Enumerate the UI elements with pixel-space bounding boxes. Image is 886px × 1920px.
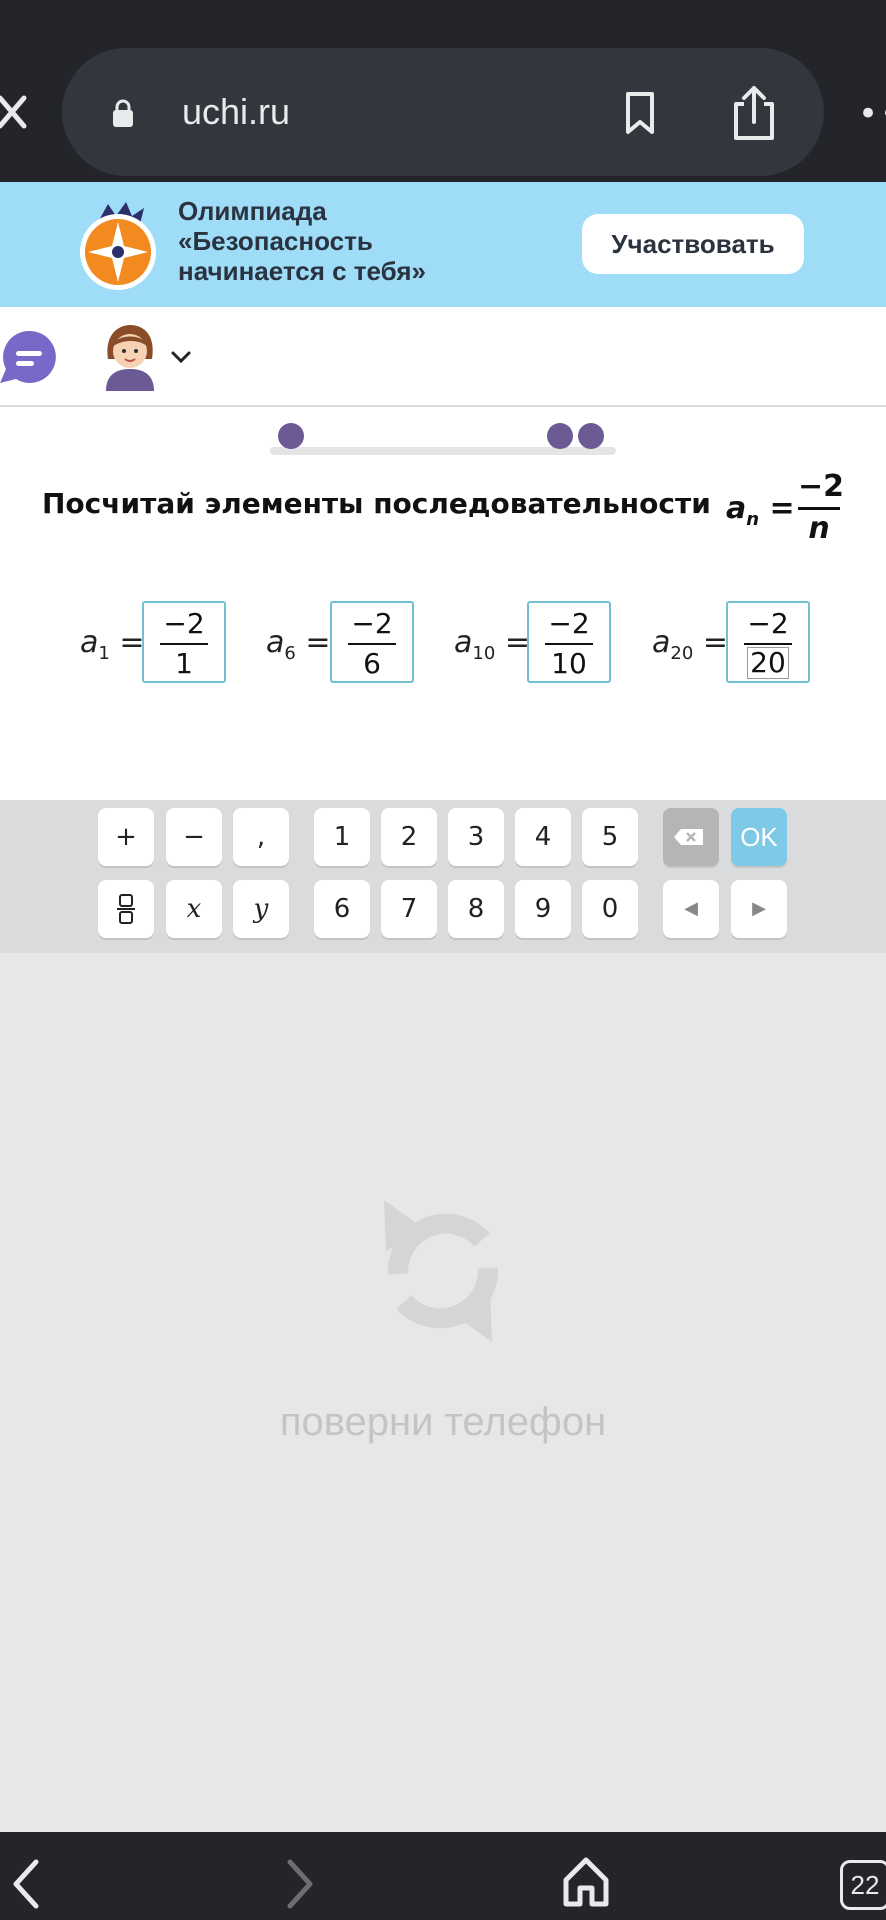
tabs-count-button[interactable]: 22 (840, 1860, 886, 1910)
term-sub: 1 (98, 643, 110, 664)
formula-var: a (726, 491, 747, 526)
rotate-icon (384, 1200, 499, 1342)
lock-icon (113, 99, 133, 127)
key-y[interactable]: y (233, 880, 289, 938)
term-var: a (266, 625, 285, 660)
term-label: a20 = (652, 625, 728, 664)
fraction-icon (117, 894, 135, 924)
banner-text: Олимпиада «Безопасность начинается с теб… (178, 196, 518, 286)
progress-dot (547, 423, 573, 449)
answer-box-a20[interactable]: −2 20 (726, 601, 810, 683)
progress-dot (578, 423, 604, 449)
participate-button[interactable]: Участвовать (582, 214, 804, 274)
fraction-bar (545, 643, 593, 645)
key-3[interactable]: 3 (448, 808, 504, 866)
term-var: a (80, 625, 99, 660)
fraction-bar (798, 507, 840, 510)
term-var: a (454, 625, 473, 660)
key-8[interactable]: 8 (448, 880, 504, 938)
formula-lhs: an = (726, 491, 795, 530)
app-header (0, 307, 886, 407)
cursor-right-key[interactable]: ▶ (731, 880, 787, 938)
bookmark-icon[interactable] (620, 90, 660, 136)
backspace-key[interactable] (663, 808, 719, 866)
banner-line-2: «Безопасность (178, 226, 373, 256)
more-icon[interactable]: •• (858, 97, 886, 131)
rotate-phone-text: поверни телефон (279, 1400, 607, 1444)
answer-box-a6[interactable]: −2 6 (330, 601, 414, 683)
term-var: a (652, 625, 671, 660)
key-6[interactable]: 6 (314, 880, 370, 938)
ok-key[interactable]: OK (731, 808, 787, 866)
key-comma[interactable]: , (233, 808, 289, 866)
avatar[interactable] (100, 323, 160, 391)
term-sub: 6 (284, 643, 296, 664)
fraction-bar (744, 643, 792, 645)
answer-box-a1[interactable]: −2 1 (142, 601, 226, 683)
key-minus[interactable]: − (166, 808, 222, 866)
chevron-down-icon[interactable] (170, 349, 192, 365)
term-sub: 20 (670, 643, 694, 664)
math-keyboard: + − , 1 2 3 4 5 OK x y 6 7 8 9 0 ◀ ▶ (0, 800, 886, 953)
cursor-left-key[interactable]: ◀ (663, 880, 719, 938)
progress-dot (278, 423, 304, 449)
key-0[interactable]: 0 (582, 880, 638, 938)
banner-line-3: начинается с тебя» (178, 256, 427, 286)
key-5[interactable]: 5 (582, 808, 638, 866)
browser-top-bar: uchi.ru •• (0, 0, 886, 182)
forward-icon[interactable] (284, 1856, 318, 1912)
term-sub: 10 (472, 643, 496, 664)
browser-bottom-bar: 22 (0, 1832, 886, 1920)
term-label: a1 = (80, 625, 145, 664)
key-4[interactable]: 4 (515, 808, 571, 866)
formula-denominator: n (808, 511, 830, 546)
share-icon[interactable] (728, 82, 780, 144)
key-plus[interactable]: + (98, 808, 154, 866)
answer-numerator: −2 (163, 607, 205, 640)
key-x[interactable]: x (166, 880, 222, 938)
answer-box-a10[interactable]: −2 10 (527, 601, 611, 683)
answer-denominator: 10 (551, 647, 587, 680)
term-label: a6 = (266, 625, 331, 664)
back-icon[interactable] (8, 1856, 42, 1912)
banner-line-1: Олимпиада (178, 196, 327, 226)
key-2[interactable]: 2 (381, 808, 437, 866)
fraction-key[interactable] (98, 880, 154, 938)
fraction-bar (348, 643, 396, 645)
address-bar[interactable]: uchi.ru (62, 48, 824, 176)
url-text: uchi.ru (182, 91, 291, 132)
task-area: Посчитай элементы последовательности an … (0, 407, 886, 800)
compass-logo-icon (80, 202, 156, 290)
key-9[interactable]: 9 (515, 880, 571, 938)
backspace-icon (674, 829, 703, 845)
home-icon[interactable] (560, 1854, 612, 1910)
key-1[interactable]: 1 (314, 808, 370, 866)
answer-denominator: 1 (175, 647, 193, 680)
formula-numerator: −2 (798, 469, 845, 504)
key-7[interactable]: 7 (381, 880, 437, 938)
answer-denominator-active[interactable]: 20 (747, 647, 789, 679)
formula-fraction: −2 n (798, 469, 845, 546)
chat-icon[interactable] (0, 327, 62, 387)
fraction-bar (160, 643, 208, 645)
olympiad-banner[interactable]: Олимпиада «Безопасность начинается с теб… (0, 182, 886, 307)
term-label: a10 = (454, 625, 530, 664)
formula-sub: n (746, 509, 760, 530)
answer-numerator: −2 (747, 607, 789, 640)
close-icon[interactable] (0, 88, 30, 136)
task-title: Посчитай элементы последовательности (42, 487, 711, 520)
answer-numerator: −2 (351, 607, 393, 640)
answer-numerator: −2 (548, 607, 590, 640)
answer-denominator: 6 (363, 647, 381, 680)
